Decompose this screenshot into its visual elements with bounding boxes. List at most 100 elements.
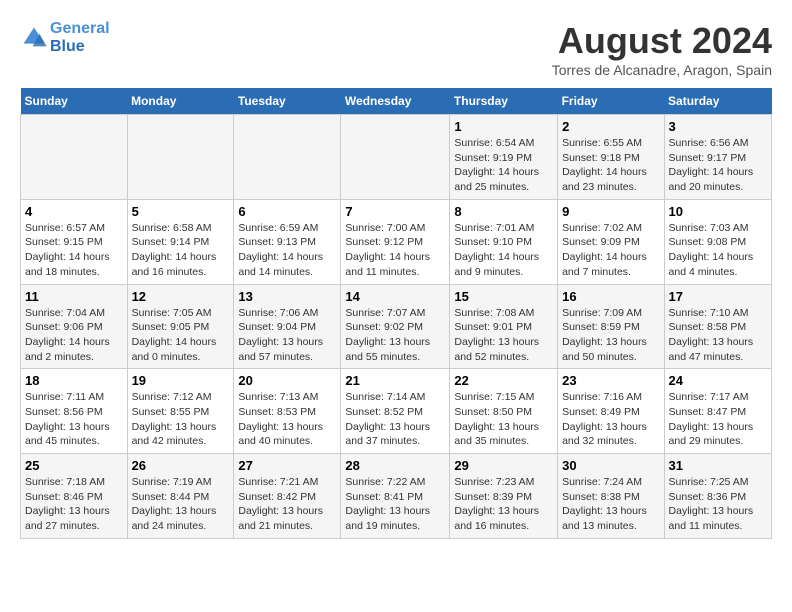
weekday-header: Friday bbox=[558, 88, 664, 115]
calendar-day-cell: 8 Sunrise: 7:01 AM Sunset: 9:10 PM Daylig… bbox=[450, 199, 558, 284]
calendar-day-cell: 25 Sunrise: 7:18 AM Sunset: 8:46 PM Dayli… bbox=[21, 454, 128, 539]
day-number: 4 bbox=[25, 204, 123, 219]
day-number: 3 bbox=[669, 119, 767, 134]
day-info: Sunrise: 7:02 AM Sunset: 9:09 PM Dayligh… bbox=[562, 221, 659, 280]
weekday-header-row: SundayMondayTuesdayWednesdayThursdayFrid… bbox=[21, 88, 772, 115]
calendar-day-cell: 18 Sunrise: 7:11 AM Sunset: 8:56 PM Dayli… bbox=[21, 369, 128, 454]
calendar-day-cell: 29 Sunrise: 7:23 AM Sunset: 8:39 PM Dayli… bbox=[450, 454, 558, 539]
calendar-day-cell: 21 Sunrise: 7:14 AM Sunset: 8:52 PM Dayli… bbox=[341, 369, 450, 454]
day-info: Sunrise: 6:55 AM Sunset: 9:18 PM Dayligh… bbox=[562, 136, 659, 195]
day-info: Sunrise: 7:16 AM Sunset: 8:49 PM Dayligh… bbox=[562, 390, 659, 449]
day-info: Sunrise: 6:59 AM Sunset: 9:13 PM Dayligh… bbox=[238, 221, 336, 280]
day-number: 10 bbox=[669, 204, 767, 219]
month-year: August 2024 bbox=[552, 20, 772, 62]
calendar-day-cell: 23 Sunrise: 7:16 AM Sunset: 8:49 PM Dayli… bbox=[558, 369, 664, 454]
calendar-day-cell: 24 Sunrise: 7:17 AM Sunset: 8:47 PM Dayli… bbox=[664, 369, 771, 454]
day-number: 22 bbox=[454, 373, 553, 388]
weekday-header: Monday bbox=[127, 88, 234, 115]
day-number: 7 bbox=[345, 204, 445, 219]
calendar-day-cell: 28 Sunrise: 7:22 AM Sunset: 8:41 PM Dayli… bbox=[341, 454, 450, 539]
day-number: 26 bbox=[132, 458, 230, 473]
page-header: General Blue August 2024 Torres de Alcan… bbox=[20, 20, 772, 78]
calendar-week-row: 4 Sunrise: 6:57 AM Sunset: 9:15 PM Daylig… bbox=[21, 199, 772, 284]
calendar-day-cell: 3 Sunrise: 6:56 AM Sunset: 9:17 PM Daylig… bbox=[664, 115, 771, 200]
day-info: Sunrise: 7:04 AM Sunset: 9:06 PM Dayligh… bbox=[25, 306, 123, 365]
day-info: Sunrise: 7:19 AM Sunset: 8:44 PM Dayligh… bbox=[132, 475, 230, 534]
logo-line1: General bbox=[50, 20, 110, 38]
day-number: 21 bbox=[345, 373, 445, 388]
day-number: 13 bbox=[238, 289, 336, 304]
day-info: Sunrise: 7:06 AM Sunset: 9:04 PM Dayligh… bbox=[238, 306, 336, 365]
day-info: Sunrise: 6:57 AM Sunset: 9:15 PM Dayligh… bbox=[25, 221, 123, 280]
day-info: Sunrise: 7:23 AM Sunset: 8:39 PM Dayligh… bbox=[454, 475, 553, 534]
calendar-day-cell: 22 Sunrise: 7:15 AM Sunset: 8:50 PM Dayli… bbox=[450, 369, 558, 454]
day-info: Sunrise: 7:24 AM Sunset: 8:38 PM Dayligh… bbox=[562, 475, 659, 534]
day-info: Sunrise: 7:22 AM Sunset: 8:41 PM Dayligh… bbox=[345, 475, 445, 534]
day-info: Sunrise: 6:56 AM Sunset: 9:17 PM Dayligh… bbox=[669, 136, 767, 195]
day-number: 19 bbox=[132, 373, 230, 388]
calendar-day-cell: 9 Sunrise: 7:02 AM Sunset: 9:09 PM Daylig… bbox=[558, 199, 664, 284]
location: Torres de Alcanadre, Aragon, Spain bbox=[552, 62, 772, 78]
calendar-day-cell: 31Sunrise: 7:25 AM Sunset: 8:36 PM Dayli… bbox=[664, 454, 771, 539]
day-number: 17 bbox=[669, 289, 767, 304]
calendar-day-cell: 2 Sunrise: 6:55 AM Sunset: 9:18 PM Daylig… bbox=[558, 115, 664, 200]
day-number: 16 bbox=[562, 289, 659, 304]
day-number: 29 bbox=[454, 458, 553, 473]
calendar-table: SundayMondayTuesdayWednesdayThursdayFrid… bbox=[20, 88, 772, 539]
day-number: 24 bbox=[669, 373, 767, 388]
day-info: Sunrise: 7:00 AM Sunset: 9:12 PM Dayligh… bbox=[345, 221, 445, 280]
day-info: Sunrise: 7:17 AM Sunset: 8:47 PM Dayligh… bbox=[669, 390, 767, 449]
day-number: 8 bbox=[454, 204, 553, 219]
weekday-header: Thursday bbox=[450, 88, 558, 115]
day-number: 11 bbox=[25, 289, 123, 304]
day-number: 1 bbox=[454, 119, 553, 134]
calendar-week-row: 1 Sunrise: 6:54 AM Sunset: 9:19 PM Daylig… bbox=[21, 115, 772, 200]
logo-line2: Blue bbox=[50, 38, 110, 56]
day-info: Sunrise: 7:15 AM Sunset: 8:50 PM Dayligh… bbox=[454, 390, 553, 449]
calendar-day-cell bbox=[341, 115, 450, 200]
day-info: Sunrise: 7:12 AM Sunset: 8:55 PM Dayligh… bbox=[132, 390, 230, 449]
day-number: 23 bbox=[562, 373, 659, 388]
logo: General Blue bbox=[20, 20, 110, 55]
calendar-day-cell: 26 Sunrise: 7:19 AM Sunset: 8:44 PM Dayli… bbox=[127, 454, 234, 539]
day-number: 15 bbox=[454, 289, 553, 304]
calendar-day-cell bbox=[234, 115, 341, 200]
day-info: Sunrise: 7:07 AM Sunset: 9:02 PM Dayligh… bbox=[345, 306, 445, 365]
day-number: 12 bbox=[132, 289, 230, 304]
day-number: 9 bbox=[562, 204, 659, 219]
calendar-day-cell bbox=[21, 115, 128, 200]
day-number: 28 bbox=[345, 458, 445, 473]
calendar-day-cell: 6Sunrise: 6:59 AM Sunset: 9:13 PM Daylig… bbox=[234, 199, 341, 284]
calendar-day-cell: 27Sunrise: 7:21 AM Sunset: 8:42 PM Dayli… bbox=[234, 454, 341, 539]
day-number: 2 bbox=[562, 119, 659, 134]
day-number: 20 bbox=[238, 373, 336, 388]
day-number: 25 bbox=[25, 458, 123, 473]
day-info: Sunrise: 7:11 AM Sunset: 8:56 PM Dayligh… bbox=[25, 390, 123, 449]
weekday-header: Sunday bbox=[21, 88, 128, 115]
day-number: 5 bbox=[132, 204, 230, 219]
day-info: Sunrise: 7:05 AM Sunset: 9:05 PM Dayligh… bbox=[132, 306, 230, 365]
day-info: Sunrise: 7:13 AM Sunset: 8:53 PM Dayligh… bbox=[238, 390, 336, 449]
weekday-header: Wednesday bbox=[341, 88, 450, 115]
calendar-day-cell: 5Sunrise: 6:58 AM Sunset: 9:14 PM Daylig… bbox=[127, 199, 234, 284]
calendar-day-cell: 12 Sunrise: 7:05 AM Sunset: 9:05 PM Dayli… bbox=[127, 284, 234, 369]
logo-icon bbox=[20, 24, 48, 52]
calendar-day-cell: 20 Sunrise: 7:13 AM Sunset: 8:53 PM Dayli… bbox=[234, 369, 341, 454]
day-info: Sunrise: 7:14 AM Sunset: 8:52 PM Dayligh… bbox=[345, 390, 445, 449]
day-info: Sunrise: 7:03 AM Sunset: 9:08 PM Dayligh… bbox=[669, 221, 767, 280]
day-number: 18 bbox=[25, 373, 123, 388]
calendar-day-cell: 1 Sunrise: 6:54 AM Sunset: 9:19 PM Daylig… bbox=[450, 115, 558, 200]
calendar-week-row: 18 Sunrise: 7:11 AM Sunset: 8:56 PM Dayli… bbox=[21, 369, 772, 454]
day-number: 31 bbox=[669, 458, 767, 473]
title-block: August 2024 Torres de Alcanadre, Aragon,… bbox=[552, 20, 772, 78]
calendar-day-cell: 10 Sunrise: 7:03 AM Sunset: 9:08 PM Dayli… bbox=[664, 199, 771, 284]
day-info: Sunrise: 6:54 AM Sunset: 9:19 PM Dayligh… bbox=[454, 136, 553, 195]
calendar-day-cell: 17Sunrise: 7:10 AM Sunset: 8:58 PM Dayli… bbox=[664, 284, 771, 369]
day-number: 30 bbox=[562, 458, 659, 473]
calendar-day-cell: 13 Sunrise: 7:06 AM Sunset: 9:04 PM Dayli… bbox=[234, 284, 341, 369]
day-info: Sunrise: 7:18 AM Sunset: 8:46 PM Dayligh… bbox=[25, 475, 123, 534]
day-info: Sunrise: 7:01 AM Sunset: 9:10 PM Dayligh… bbox=[454, 221, 553, 280]
calendar-day-cell: 11 Sunrise: 7:04 AM Sunset: 9:06 PM Dayli… bbox=[21, 284, 128, 369]
calendar-day-cell: 30 Sunrise: 7:24 AM Sunset: 8:38 PM Dayli… bbox=[558, 454, 664, 539]
weekday-header: Tuesday bbox=[234, 88, 341, 115]
